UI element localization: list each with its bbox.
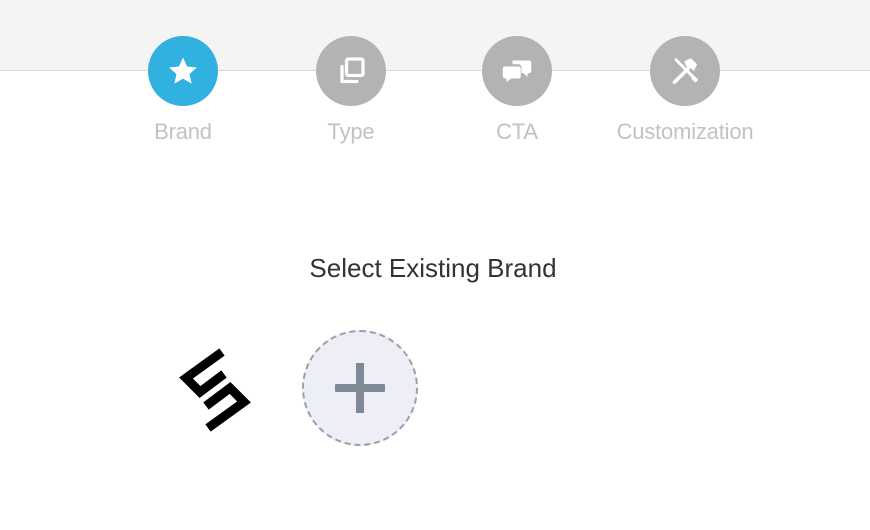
page-title: Select Existing Brand	[309, 253, 557, 283]
step-brand-circle[interactable]	[148, 36, 218, 106]
wizard-steps: Brand Type CTA Customization	[0, 0, 870, 160]
step-label: Type	[327, 119, 375, 144]
step-label: Customization	[616, 119, 754, 144]
step-type[interactable]: Type	[261, 36, 441, 144]
add-brand-button[interactable]	[302, 330, 418, 446]
step-type-circle[interactable]	[316, 36, 386, 106]
tools-icon	[672, 58, 698, 85]
step-customization-circle[interactable]	[650, 36, 720, 106]
step-cta-circle[interactable]	[482, 36, 552, 106]
copy-icon	[340, 57, 365, 84]
brand-option[interactable]	[170, 340, 260, 440]
step-brand[interactable]: Brand	[93, 36, 273, 144]
brand-logo-icon	[179, 348, 251, 432]
step-label: CTA	[496, 119, 538, 144]
step-cta[interactable]: CTA	[427, 36, 607, 144]
plus-icon	[335, 363, 385, 413]
star-icon	[169, 57, 197, 84]
step-customization[interactable]: Customization	[595, 36, 775, 144]
step-label: Brand	[154, 119, 212, 144]
chat-bubbles-icon	[502, 60, 532, 83]
